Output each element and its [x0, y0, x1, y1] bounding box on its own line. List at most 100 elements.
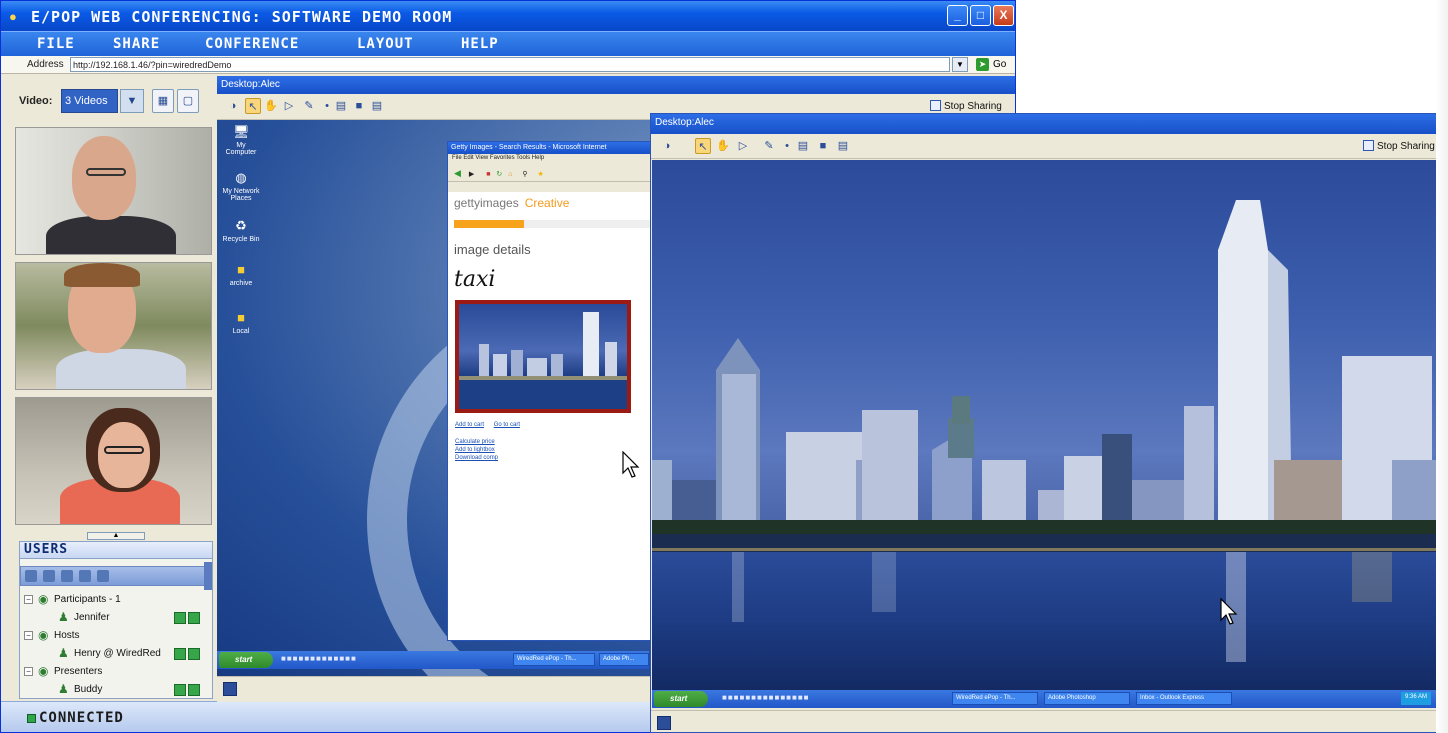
close-button[interactable]: X [993, 5, 1014, 26]
menu-conference[interactable]: CONFERENCE [205, 36, 299, 52]
pointer-tool-icon[interactable]: ↖ [695, 138, 711, 154]
remote-desktop-view[interactable] [652, 160, 1437, 690]
tree-user[interactable]: ♟ Buddy [20, 682, 210, 698]
tree-user[interactable]: ♟ Henry @ WiredRed [20, 646, 210, 662]
collapse-icon[interactable]: − [24, 595, 33, 604]
video-status-icon[interactable] [188, 612, 200, 624]
add-to-cart-link[interactable]: Add to cart [455, 422, 484, 428]
color-picker-icon[interactable]: ■ [815, 138, 831, 154]
tree-group-participants[interactable]: − ◉ Participants - 1 [20, 592, 210, 608]
hand-tool-icon[interactable]: ✋ [715, 138, 731, 154]
tree-group-presenters[interactable]: − ◉ Presenters [20, 664, 210, 680]
refresh-icon[interactable]: ↻ [496, 171, 502, 178]
mute-icon[interactable] [79, 570, 91, 582]
video-status-icon[interactable] [188, 684, 200, 696]
tree-user[interactable]: ♟ Jennifer [20, 610, 210, 626]
shield-icon[interactable]: ◑ [659, 138, 675, 154]
hand-tool-icon[interactable]: ✋ [263, 98, 279, 114]
browser-window[interactable]: Getty Images - Search Results - Microsof… [447, 141, 657, 641]
go-to-cart-link[interactable]: Go to cart [494, 422, 520, 428]
play-icon[interactable] [25, 570, 37, 582]
clear-tool-icon[interactable]: ▤ [835, 138, 851, 154]
go-button[interactable]: Go [993, 59, 1006, 70]
desktop-icon[interactable]: ◍ My Network Places [221, 170, 261, 202]
taskbar-item[interactable]: Adobe Ph... [599, 653, 649, 666]
shared-desktop-window[interactable]: Desktop:Alec ◑ ↖ ✋ ▷ ✎ • ▤ ■ ▤ Stop Shar… [650, 113, 1448, 733]
panel-splitter-handle[interactable]: ▲ [87, 532, 145, 540]
start-button[interactable]: start [654, 691, 708, 707]
menu-layout[interactable]: LAYOUT [357, 36, 414, 52]
address-input[interactable]: http://192.168.1.46/?pin=wiredredDemo [70, 57, 950, 72]
save-icon[interactable] [657, 716, 671, 730]
system-tray-clock[interactable]: 9:36 AM [1400, 692, 1431, 705]
video-window-icon[interactable]: ▢ [177, 89, 199, 113]
color-picker-icon[interactable]: ■ [351, 98, 367, 114]
collapse-icon[interactable]: − [24, 667, 33, 676]
download-comp-link[interactable]: Download comp [455, 454, 645, 462]
getty-tabs[interactable] [454, 220, 650, 228]
skyline-thumbnail[interactable] [455, 300, 631, 413]
stop-sharing-button[interactable]: Stop Sharing [930, 100, 1002, 112]
browser-menu[interactable]: File Edit View Favorites Tools Help [448, 154, 656, 164]
search-icon[interactable]: ⚲ [522, 171, 527, 178]
audio-status-icon[interactable] [174, 612, 186, 624]
calculate-price-link[interactable]: Calculate price [455, 438, 645, 446]
menu-share[interactable]: SHARE [113, 36, 160, 52]
back-icon[interactable]: ◀ [454, 168, 461, 178]
shape-tool-icon[interactable]: ▤ [333, 98, 349, 114]
desktop-icon[interactable]: ■ archive [221, 262, 261, 287]
highlighter-icon[interactable]: ✎ [301, 98, 317, 114]
start-button[interactable]: start [219, 652, 273, 668]
quick-launch-icons[interactable]: ■■■■■■■■■■■■■■■ [722, 693, 952, 705]
highlighter-icon[interactable]: ✎ [761, 138, 777, 154]
address-dropdown-button[interactable]: ▼ [952, 57, 968, 72]
shield-icon[interactable]: ◑ [225, 98, 241, 114]
audio-status-icon[interactable] [174, 684, 186, 696]
tree-group-hosts[interactable]: − ◉ Hosts [20, 628, 210, 644]
video-feed-1[interactable] [15, 127, 212, 255]
active-tab[interactable] [454, 220, 524, 228]
quick-launch-icons[interactable]: ■■■■■■■■■■■■■ [281, 654, 481, 666]
collapse-icon[interactable]: − [24, 631, 33, 640]
stop-icon[interactable] [61, 570, 73, 582]
save-icon[interactable] [223, 682, 237, 696]
video-select-dropdown[interactable]: ▼ [120, 89, 144, 113]
maximize-button[interactable]: □ [970, 5, 991, 26]
video-feed-2[interactable] [15, 262, 212, 390]
go-arrow-icon[interactable]: ➤ [976, 58, 989, 71]
favorites-icon[interactable]: ★ [538, 171, 544, 178]
pointer-tool-icon[interactable]: ↖ [245, 98, 261, 114]
video-status-icon[interactable] [188, 648, 200, 660]
video-count-select[interactable]: 3 Videos [61, 89, 118, 113]
desktop-icon[interactable]: 🖥 My Computer [221, 124, 261, 156]
menu-help[interactable]: HELP [461, 36, 499, 52]
shape-tool-icon[interactable]: ▤ [795, 138, 811, 154]
taskbar-item[interactable]: Adobe Photoshop [1044, 692, 1130, 705]
taskbar-item[interactable]: Inbox - Outlook Express [1136, 692, 1232, 705]
video-grid-icon[interactable]: ▦ [152, 89, 174, 113]
desktop-icon[interactable]: ■ Local [221, 310, 261, 335]
taskbar-item[interactable]: WiredRed ePop - Th... [513, 653, 595, 666]
minimize-button[interactable]: _ [947, 5, 968, 26]
stop-icon[interactable] [43, 570, 55, 582]
arrow-tool-icon[interactable]: ▷ [735, 138, 751, 154]
browser-address-bar[interactable] [448, 182, 656, 192]
video-feed-3[interactable] [15, 397, 212, 525]
title-bar[interactable]: ● E/POP WEB CONFERENCING: SOFTWARE DEMO … [1, 1, 1015, 31]
clear-tool-icon[interactable]: ▤ [369, 98, 385, 114]
home-icon[interactable]: ⌂ [508, 171, 512, 178]
menu-file[interactable]: FILE [37, 36, 75, 52]
forward-icon[interactable]: ▶ [469, 171, 474, 178]
audio-status-icon[interactable] [174, 648, 186, 660]
user-settings-icon[interactable] [97, 570, 109, 582]
background-edge [1436, 0, 1448, 733]
arrow-tool-icon[interactable]: ▷ [281, 98, 297, 114]
desktop-icon[interactable]: ♻ Recycle Bin [221, 218, 261, 243]
stop-icon[interactable]: ■ [486, 171, 490, 178]
group-label: Hosts [54, 630, 80, 641]
stop-sharing-button[interactable]: Stop Sharing [1363, 140, 1435, 152]
line-tool-icon[interactable]: • [779, 138, 795, 154]
add-lightbox-link[interactable]: Add to lightbox [455, 446, 645, 454]
taskbar-item[interactable]: WiredRed ePop - Th... [952, 692, 1038, 705]
users-scrollbar[interactable] [204, 562, 212, 590]
